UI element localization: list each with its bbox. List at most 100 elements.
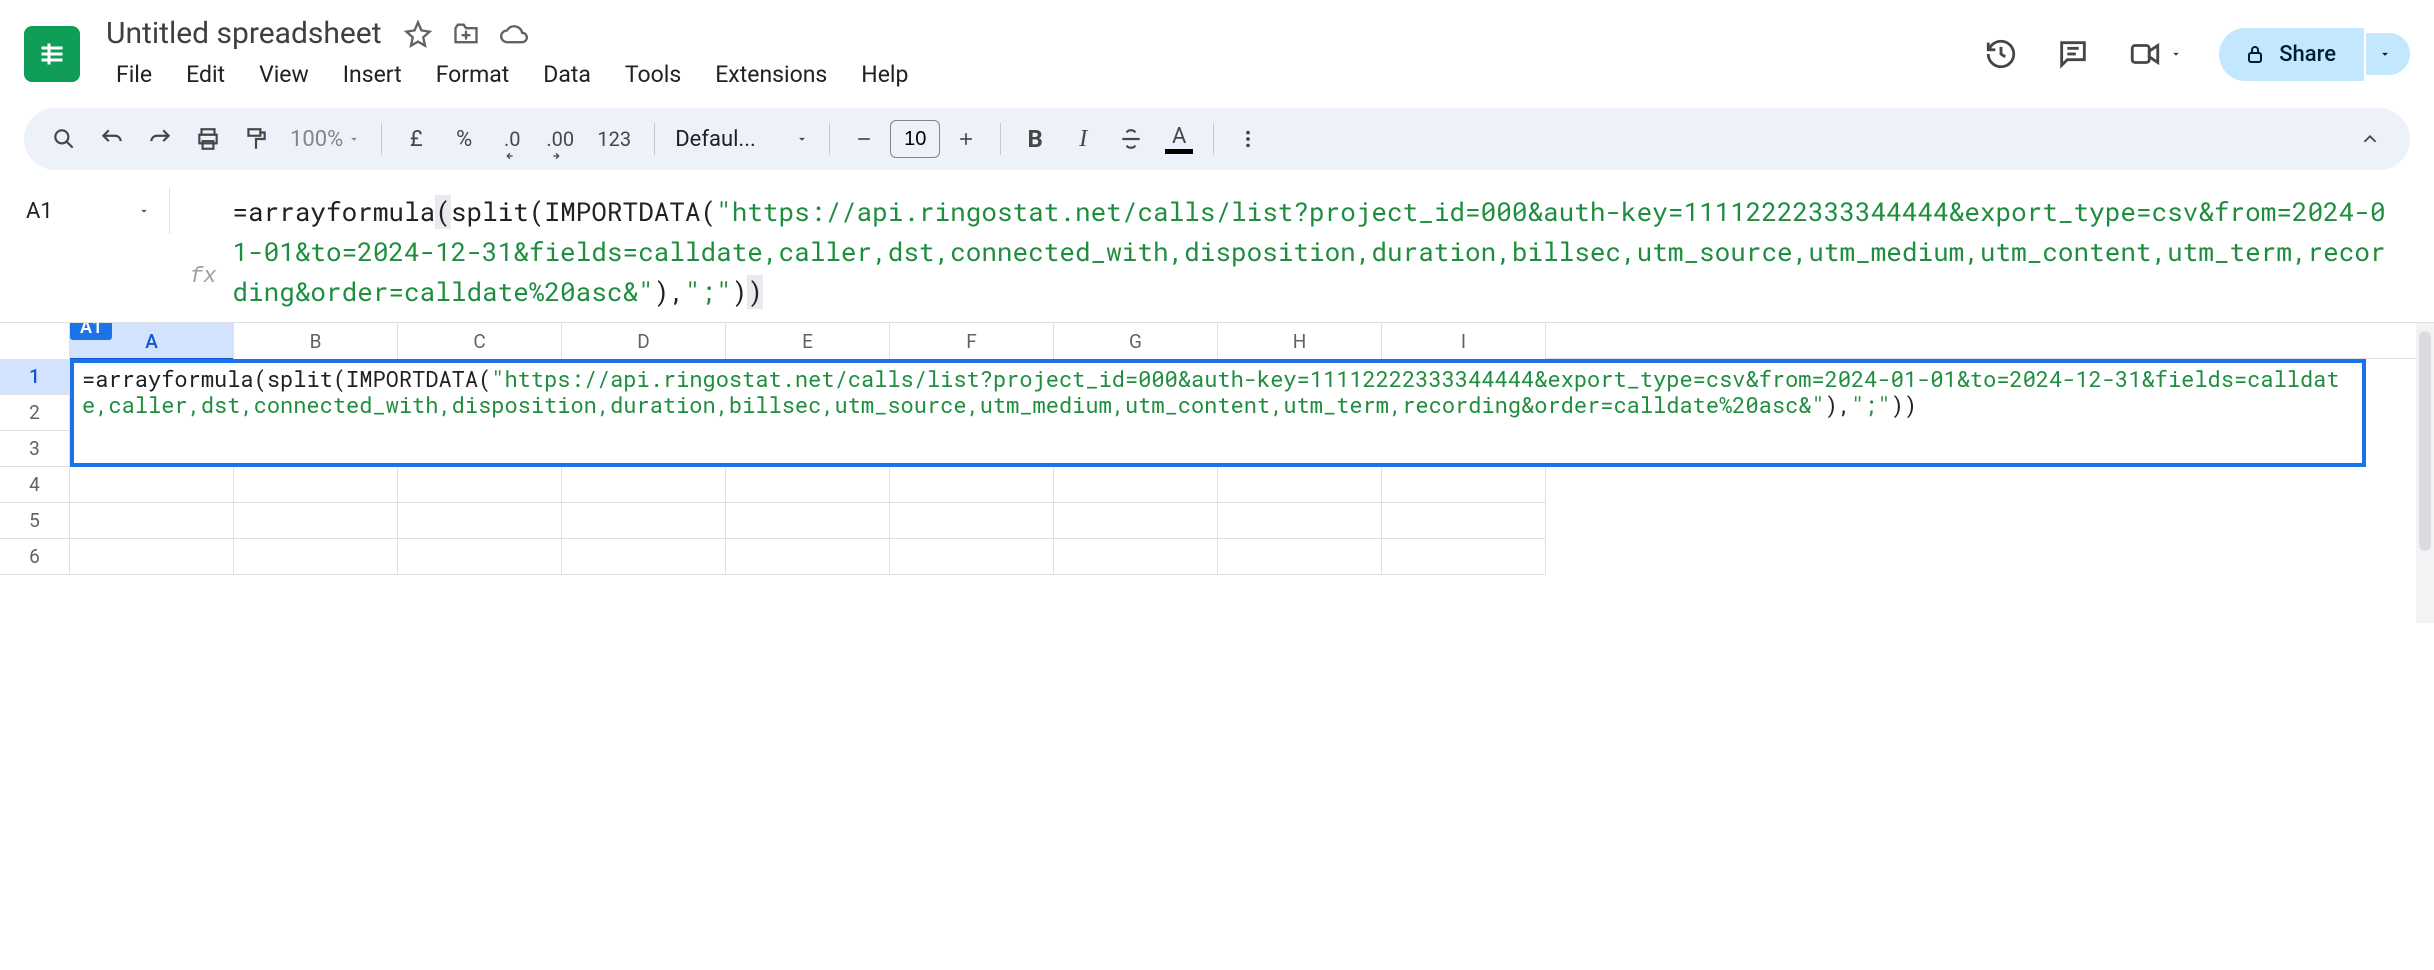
share-more-button[interactable]: [2366, 33, 2410, 75]
col-header-G[interactable]: G: [1054, 323, 1218, 359]
title-icons: [404, 20, 528, 48]
share-group: Share: [2219, 28, 2410, 81]
lock-icon: [2243, 42, 2267, 66]
history-icon[interactable]: [1983, 36, 2019, 72]
cells-area[interactable]: =arrayformula(split(IMPORTDATA("https://…: [70, 359, 2434, 575]
redo-button[interactable]: [138, 117, 182, 161]
search-menu-button[interactable]: [42, 117, 86, 161]
title-row: Untitled spreadsheet: [100, 14, 1963, 53]
name-box[interactable]: A1: [0, 188, 170, 234]
grid-wrap: A1 A B C D E F G H I 1 2 3 4 5 6: [0, 323, 2434, 970]
toolbar: 100% £ % .0 .00 123 Defaul...: [24, 108, 2410, 170]
caret-down-icon: [137, 204, 151, 218]
row-header-5[interactable]: 5: [0, 503, 70, 539]
name-box-value: A1: [26, 199, 53, 224]
inc-dec-label: .00: [546, 127, 574, 151]
separator: [829, 123, 830, 155]
vertical-scrollbar[interactable]: [2416, 323, 2434, 623]
percent-button[interactable]: %: [442, 117, 486, 161]
menu-file[interactable]: File: [100, 55, 168, 94]
share-label: Share: [2279, 42, 2336, 67]
comments-icon[interactable]: [2055, 36, 2091, 72]
row-header-2[interactable]: 2: [0, 395, 70, 431]
meet-button[interactable]: [2127, 36, 2183, 72]
menu-data[interactable]: Data: [527, 55, 607, 94]
zoom-dropdown[interactable]: 100%: [282, 127, 369, 152]
increase-decimal-button[interactable]: .00: [538, 117, 582, 161]
document-title[interactable]: Untitled spreadsheet: [100, 14, 388, 53]
toolbar-wrap: 100% £ % .0 .00 123 Defaul...: [0, 100, 2434, 182]
formula-bar[interactable]: fx =arrayformula(split(IMPORTDATA("https…: [170, 188, 2434, 316]
row-header-3[interactable]: 3: [0, 431, 70, 467]
title-area: Untitled spreadsheet File Edit View: [100, 14, 1963, 94]
menu-format[interactable]: Format: [420, 55, 526, 94]
cloud-status-icon[interactable]: [500, 20, 528, 48]
col-header-C[interactable]: C: [398, 323, 562, 359]
dec-dec-label: .0: [504, 127, 521, 151]
menu-edit[interactable]: Edit: [170, 55, 241, 94]
italic-button[interactable]: I: [1061, 117, 1105, 161]
col-header-D[interactable]: D: [562, 323, 726, 359]
font-size-group: [842, 117, 988, 161]
formula-content: =arrayformula(split(IMPORTDATA("https://…: [232, 192, 2414, 312]
move-icon[interactable]: [452, 20, 480, 48]
formula-bar-row: A1 fx =arrayformula(split(IMPORTDATA("ht…: [0, 182, 2434, 323]
column-headers: A1 A B C D E F G H I: [0, 323, 2434, 359]
collapse-toolbar-button[interactable]: [2348, 117, 2392, 161]
menu-extensions[interactable]: Extensions: [699, 55, 843, 94]
cell-editor[interactable]: =arrayformula(split(IMPORTDATA("https://…: [70, 359, 2366, 467]
grid: A1 A B C D E F G H I 1 2 3 4 5 6: [0, 323, 2434, 575]
menu-tools[interactable]: Tools: [609, 55, 697, 94]
separator: [1213, 123, 1214, 155]
decrease-font-button[interactable]: [842, 117, 886, 161]
select-all-corner[interactable]: [0, 323, 70, 359]
menu-insert[interactable]: Insert: [327, 55, 418, 94]
font-size-input[interactable]: [890, 120, 940, 158]
currency-button[interactable]: £: [394, 117, 438, 161]
sheets-logo[interactable]: [24, 26, 80, 82]
fx-icon: fx: [190, 264, 216, 289]
undo-button[interactable]: [90, 117, 134, 161]
text-color-bar: [1165, 149, 1193, 154]
strikethrough-button[interactable]: [1109, 117, 1153, 161]
menu-bar: File Edit View Insert Format Data Tools …: [100, 55, 1963, 94]
font-name: Defaul...: [675, 127, 787, 152]
paint-format-button[interactable]: [234, 117, 278, 161]
caret-down-icon: [347, 132, 361, 146]
header-right: Share: [1983, 28, 2410, 81]
zoom-value: 100%: [290, 127, 343, 152]
row-header-6[interactable]: 6: [0, 539, 70, 575]
meet-icon: [2127, 36, 2163, 72]
star-icon[interactable]: [404, 20, 432, 48]
menu-help[interactable]: Help: [845, 55, 924, 94]
col-header-E[interactable]: E: [726, 323, 890, 359]
col-header-I[interactable]: I: [1382, 323, 1546, 359]
app-root: Untitled spreadsheet File Edit View: [0, 0, 2434, 970]
more-formats-button[interactable]: 123: [586, 117, 642, 161]
row-headers: 1 2 3 4 5 6: [0, 359, 70, 575]
col-header-B[interactable]: B: [234, 323, 398, 359]
row-area: 1 2 3 4 5 6 =arrayfo: [0, 359, 2434, 575]
caret-down-icon: [795, 132, 809, 146]
decrease-decimal-button[interactable]: .0: [490, 117, 534, 161]
increase-font-button[interactable]: [944, 117, 988, 161]
caret-down-icon: [2378, 47, 2392, 61]
cell-reference-chip: A1: [70, 323, 112, 340]
print-button[interactable]: [186, 117, 230, 161]
header: Untitled spreadsheet File Edit View: [0, 0, 2434, 100]
separator: [1000, 123, 1001, 155]
col-header-F[interactable]: F: [890, 323, 1054, 359]
text-color-button[interactable]: A: [1157, 117, 1201, 161]
more-button[interactable]: [1226, 117, 1270, 161]
separator: [654, 123, 655, 155]
scrollbar-thumb[interactable]: [2419, 331, 2431, 551]
row-header-1[interactable]: 1: [0, 359, 70, 395]
caret-down-icon: [2169, 47, 2183, 61]
menu-view[interactable]: View: [243, 55, 325, 94]
bold-button[interactable]: B: [1013, 117, 1057, 161]
separator: [381, 123, 382, 155]
share-button[interactable]: Share: [2219, 28, 2364, 81]
col-header-H[interactable]: H: [1218, 323, 1382, 359]
row-header-4[interactable]: 4: [0, 467, 70, 503]
font-dropdown[interactable]: Defaul...: [667, 127, 817, 152]
